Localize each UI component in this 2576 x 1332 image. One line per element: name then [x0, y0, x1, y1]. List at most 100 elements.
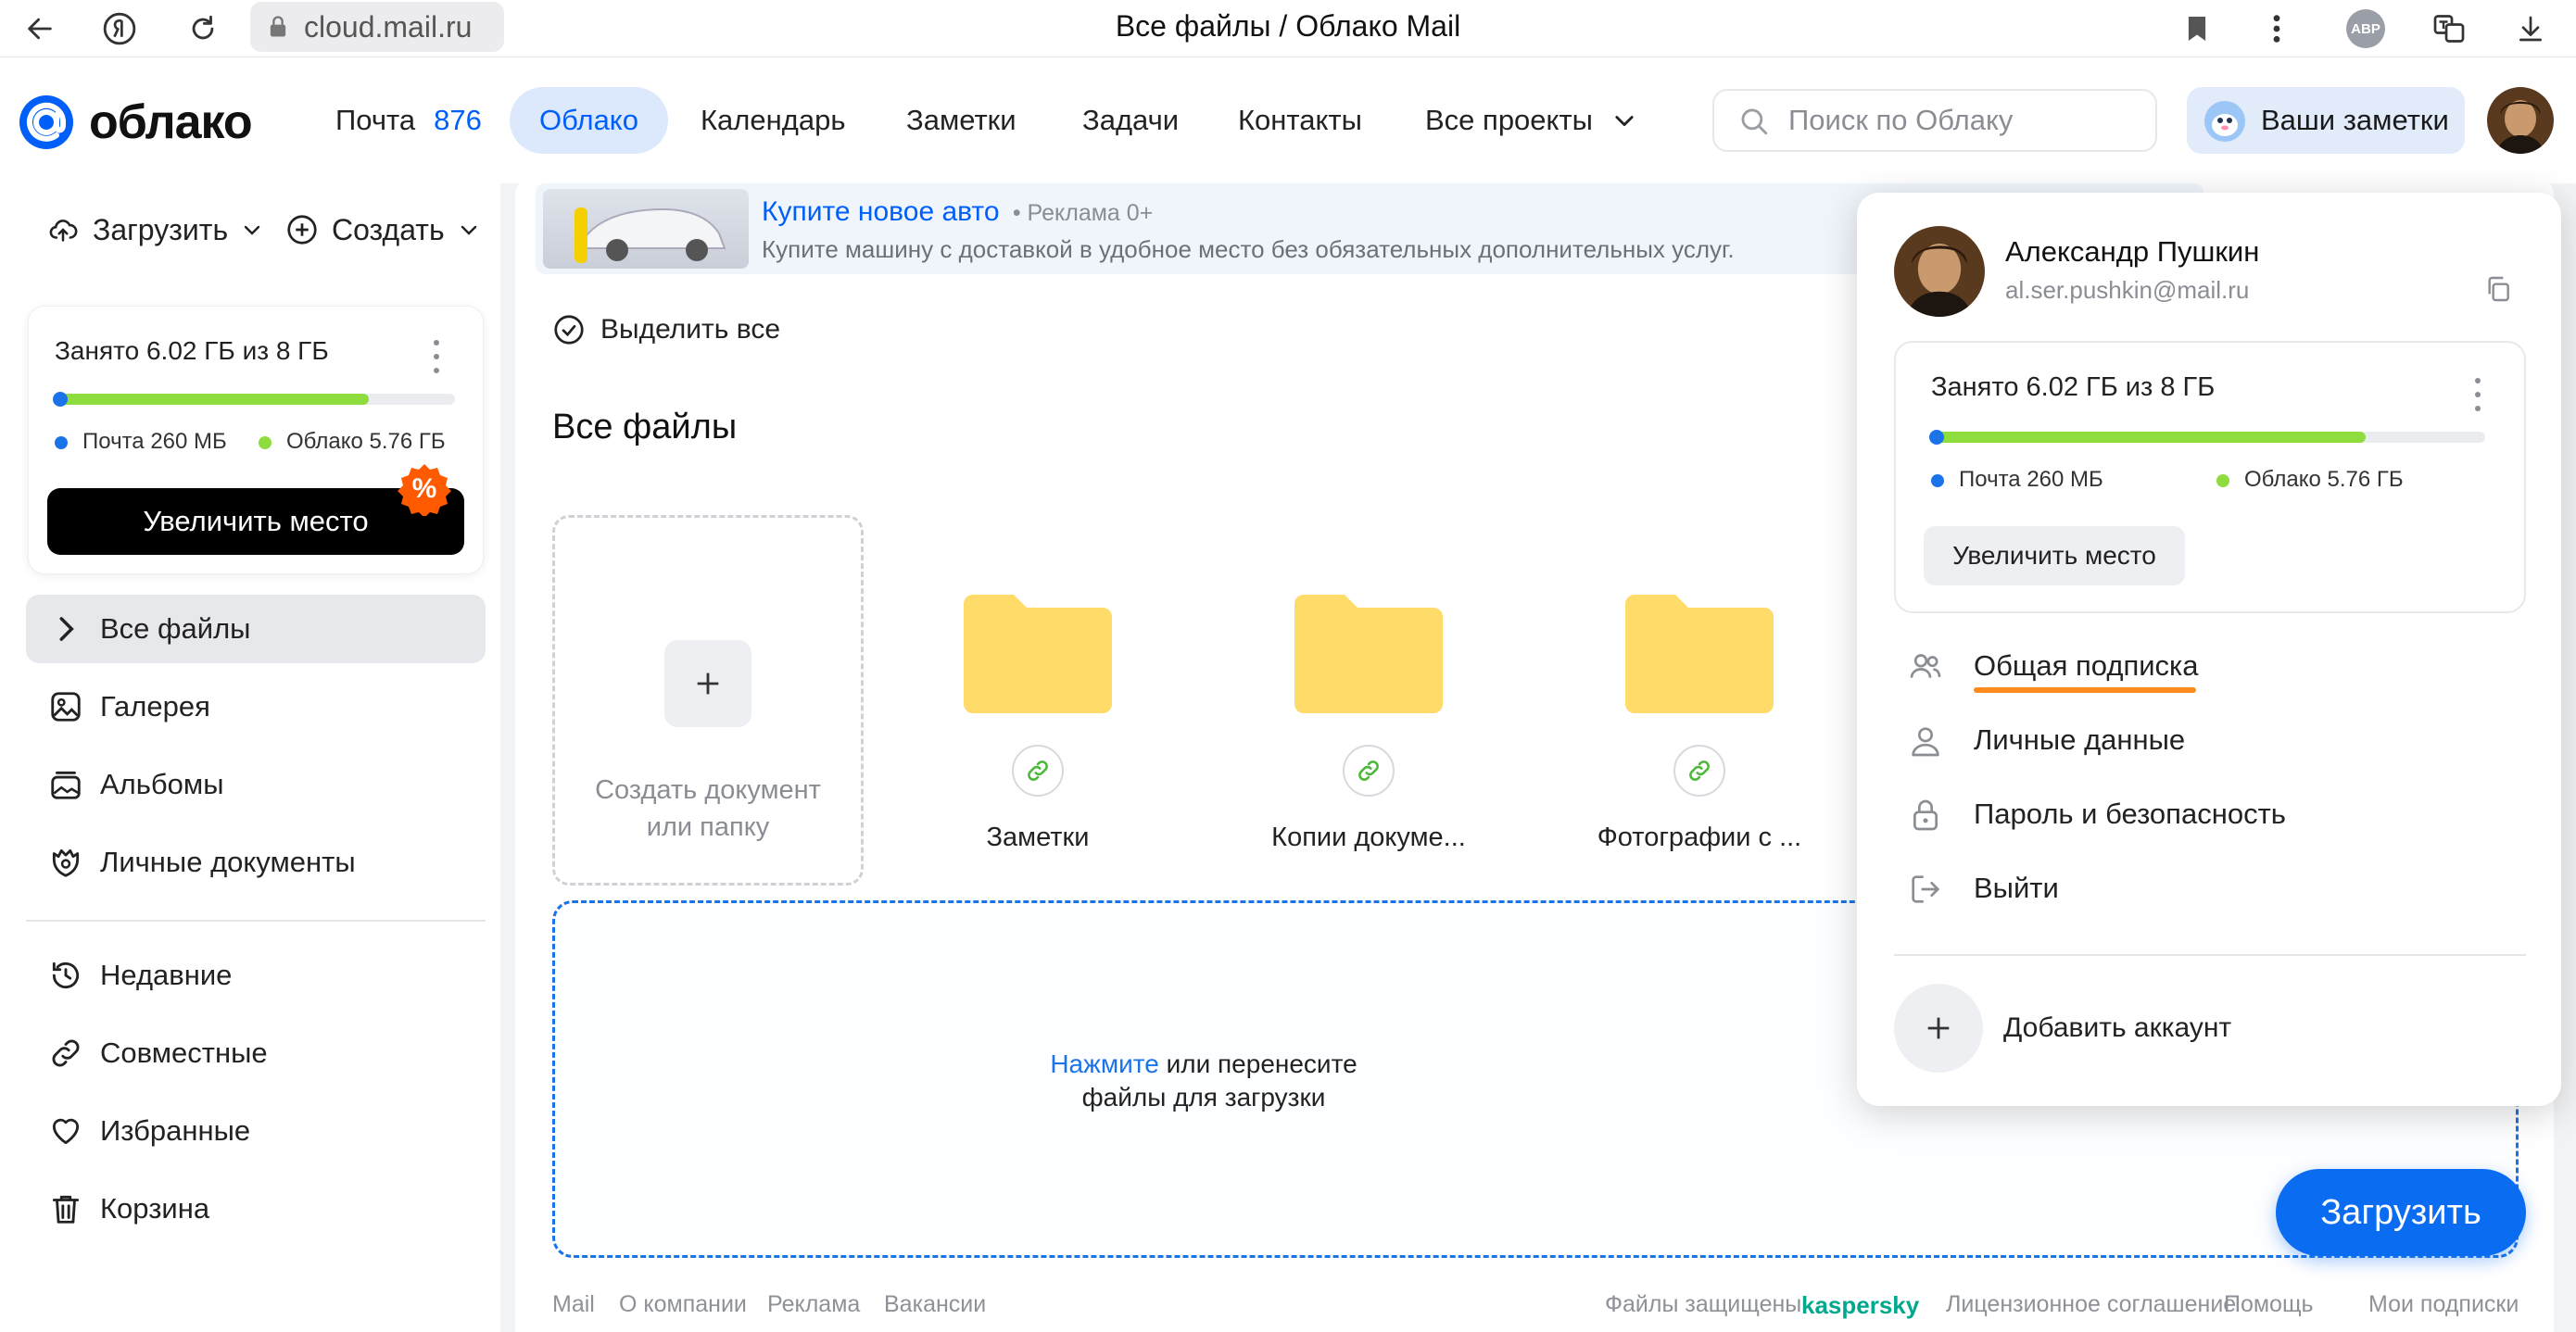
upload-button[interactable]: Загрузить	[2276, 1169, 2526, 1256]
url-text: cloud.mail.ru	[304, 9, 473, 44]
folder-name[interactable]: Фотографии с ...	[1560, 823, 1838, 853]
copy-icon[interactable]	[2483, 274, 2513, 304]
folder-icon[interactable]	[1625, 593, 1774, 713]
create-tile-label: Создать документ или папку	[595, 775, 821, 842]
search-input[interactable]: Поиск по Облаку	[1712, 89, 2157, 152]
menu-item-personal-data[interactable]: Личные данные	[1894, 708, 2524, 773]
popup-storage-menu-icon[interactable]	[2474, 378, 2481, 411]
popup-mail-legend: Почта 260 МБ	[1931, 467, 2103, 493]
plus-circle-icon	[287, 215, 317, 245]
sidebar-item-shared[interactable]: Совместные	[26, 1019, 486, 1087]
footer-link[interactable]: Мои подписки	[2368, 1291, 2519, 1318]
footer-link[interactable]: Реклама	[767, 1291, 860, 1318]
plus-icon	[664, 640, 751, 727]
add-account-button[interactable]: Добавить аккаунт	[1894, 984, 2231, 1073]
chevron-down-icon	[244, 225, 260, 235]
menu-item-logout[interactable]: Выйти	[1894, 856, 2524, 921]
folder-icon[interactable]	[1294, 593, 1443, 713]
user-avatar[interactable]	[2487, 87, 2554, 154]
ad-title[interactable]: Купите новое авто	[762, 196, 1000, 227]
discount-badge: %	[398, 462, 451, 516]
profile-popup: Александр Пушкин al.ser.pushkin@mail.ru …	[1857, 193, 2561, 1106]
popup-divider	[1894, 954, 2526, 956]
page-title: Все файлы	[552, 408, 738, 446]
select-all-button[interactable]: Выделить все	[552, 309, 780, 350]
footer-link[interactable]: Лицензионное соглашение	[1946, 1291, 2236, 1318]
shared-link-icon[interactable]	[1343, 745, 1395, 797]
bookmark-icon[interactable]	[2176, 7, 2218, 50]
sidebar-item-recent[interactable]: Недавние	[26, 941, 486, 1010]
menu-item-family-subscription[interactable]: Общая подписка	[1894, 634, 2524, 698]
cloud-logo[interactable]: облако	[17, 93, 253, 152]
footer: Mail О компании Реклама Вакансии Файлы з…	[552, 1291, 2554, 1323]
nav-tasks[interactable]: Задачи	[1053, 87, 1208, 154]
search-icon	[1738, 106, 1770, 137]
link-icon	[48, 1036, 83, 1071]
download-icon[interactable]	[2509, 7, 2552, 50]
nav-notes[interactable]: Заметки	[877, 87, 1046, 154]
footer-link[interactable]: Mail	[552, 1291, 595, 1318]
more-vertical-icon[interactable]	[2255, 7, 2298, 50]
sidebar-item-all-files[interactable]: Все файлы	[26, 595, 486, 663]
storage-title: Занято 6.02 ГБ из 8 ГБ	[55, 336, 329, 365]
create-dropdown-button[interactable]: Создать	[285, 204, 480, 256]
shared-link-icon[interactable]	[1673, 745, 1725, 797]
create-document-or-folder-tile[interactable]: Создать документ или папку	[552, 515, 864, 886]
logout-icon	[1907, 871, 1944, 908]
adblock-icon[interactable]: ABP	[2344, 7, 2387, 50]
reload-icon[interactable]	[182, 7, 224, 50]
lock-icon	[265, 13, 291, 41]
back-arrow-icon[interactable]	[19, 7, 61, 50]
sidebar-item-trash[interactable]: Корзина	[26, 1175, 486, 1243]
menu-item-password-security[interactable]: Пароль и безопасность	[1894, 782, 2524, 847]
footer-link[interactable]: Вакансии	[884, 1291, 986, 1318]
highlight-underline	[1974, 687, 2196, 693]
sidebar-item-personal-documents[interactable]: Личные документы	[26, 828, 486, 897]
upload-click-link[interactable]: Нажмите	[1050, 1049, 1159, 1078]
documents-icon	[48, 845, 83, 880]
lock-icon	[1907, 797, 1944, 834]
check-circle-icon	[554, 315, 584, 345]
popup-storage-title: Занято 6.02 ГБ из 8 ГБ	[1931, 372, 2216, 402]
chevron-down-icon	[461, 225, 476, 235]
mail-unread-count: 876	[434, 104, 482, 136]
kaspersky-logo[interactable]: kaspersky	[1801, 1291, 1919, 1320]
footer-link[interactable]: О компании	[619, 1291, 747, 1318]
nav-cloud[interactable]: Облако	[510, 87, 668, 154]
sidebar-item-gallery[interactable]: Галерея	[26, 672, 486, 741]
nav-mail[interactable]: Почта 876	[306, 87, 511, 154]
albums-icon	[48, 767, 83, 802]
users-icon	[1907, 648, 1944, 685]
footer-protected-text: Файлы защищены	[1605, 1291, 1802, 1317]
upload-dropdown-button[interactable]: Загрузить	[46, 204, 263, 256]
ad-car-image	[543, 189, 749, 269]
history-icon	[48, 958, 83, 993]
shared-link-icon[interactable]	[1012, 745, 1064, 797]
sidebar-item-favorites[interactable]: Избранные	[26, 1097, 486, 1165]
your-notes-button[interactable]: Ваши заметки	[2187, 87, 2465, 154]
folder-icon[interactable]	[964, 593, 1112, 713]
popup-increase-storage-button[interactable]: Увеличить место	[1924, 526, 2185, 585]
heart-icon	[48, 1113, 83, 1149]
nav-calendar[interactable]: Календарь	[671, 87, 875, 154]
folder-name[interactable]: Заметки	[899, 823, 1177, 853]
nav-contacts[interactable]: Контакты	[1208, 87, 1392, 154]
cloud-legend: Облако 5.76 ГБ	[259, 429, 446, 455]
sidebar-item-albums[interactable]: Альбомы	[26, 750, 486, 819]
user-icon	[1907, 723, 1944, 760]
footer-link[interactable]: Помощь	[2224, 1291, 2314, 1318]
storage-menu-icon[interactable]	[433, 340, 440, 373]
popup-storage-progress-bar	[1929, 430, 2485, 445]
folder-name[interactable]: Копии докуме...	[1230, 823, 1508, 853]
nav-all-projects[interactable]: Все проекты	[1395, 87, 1667, 154]
address-bar[interactable]: cloud.mail.ru	[250, 2, 504, 52]
user-email: al.ser.pushkin@mail.ru	[2005, 276, 2250, 304]
storage-progress-bar	[53, 392, 455, 407]
translate-icon[interactable]	[2428, 7, 2470, 50]
at-sign-icon	[19, 95, 73, 149]
browser-toolbar: cloud.mail.ru Все файлы / Облако Mail AB…	[0, 0, 2576, 57]
plus-icon	[1894, 984, 1983, 1073]
gallery-icon	[48, 689, 83, 724]
yandex-icon[interactable]	[98, 7, 141, 50]
storage-card: Занято 6.02 ГБ из 8 ГБ Почта 260 МБ Обла…	[28, 306, 484, 574]
